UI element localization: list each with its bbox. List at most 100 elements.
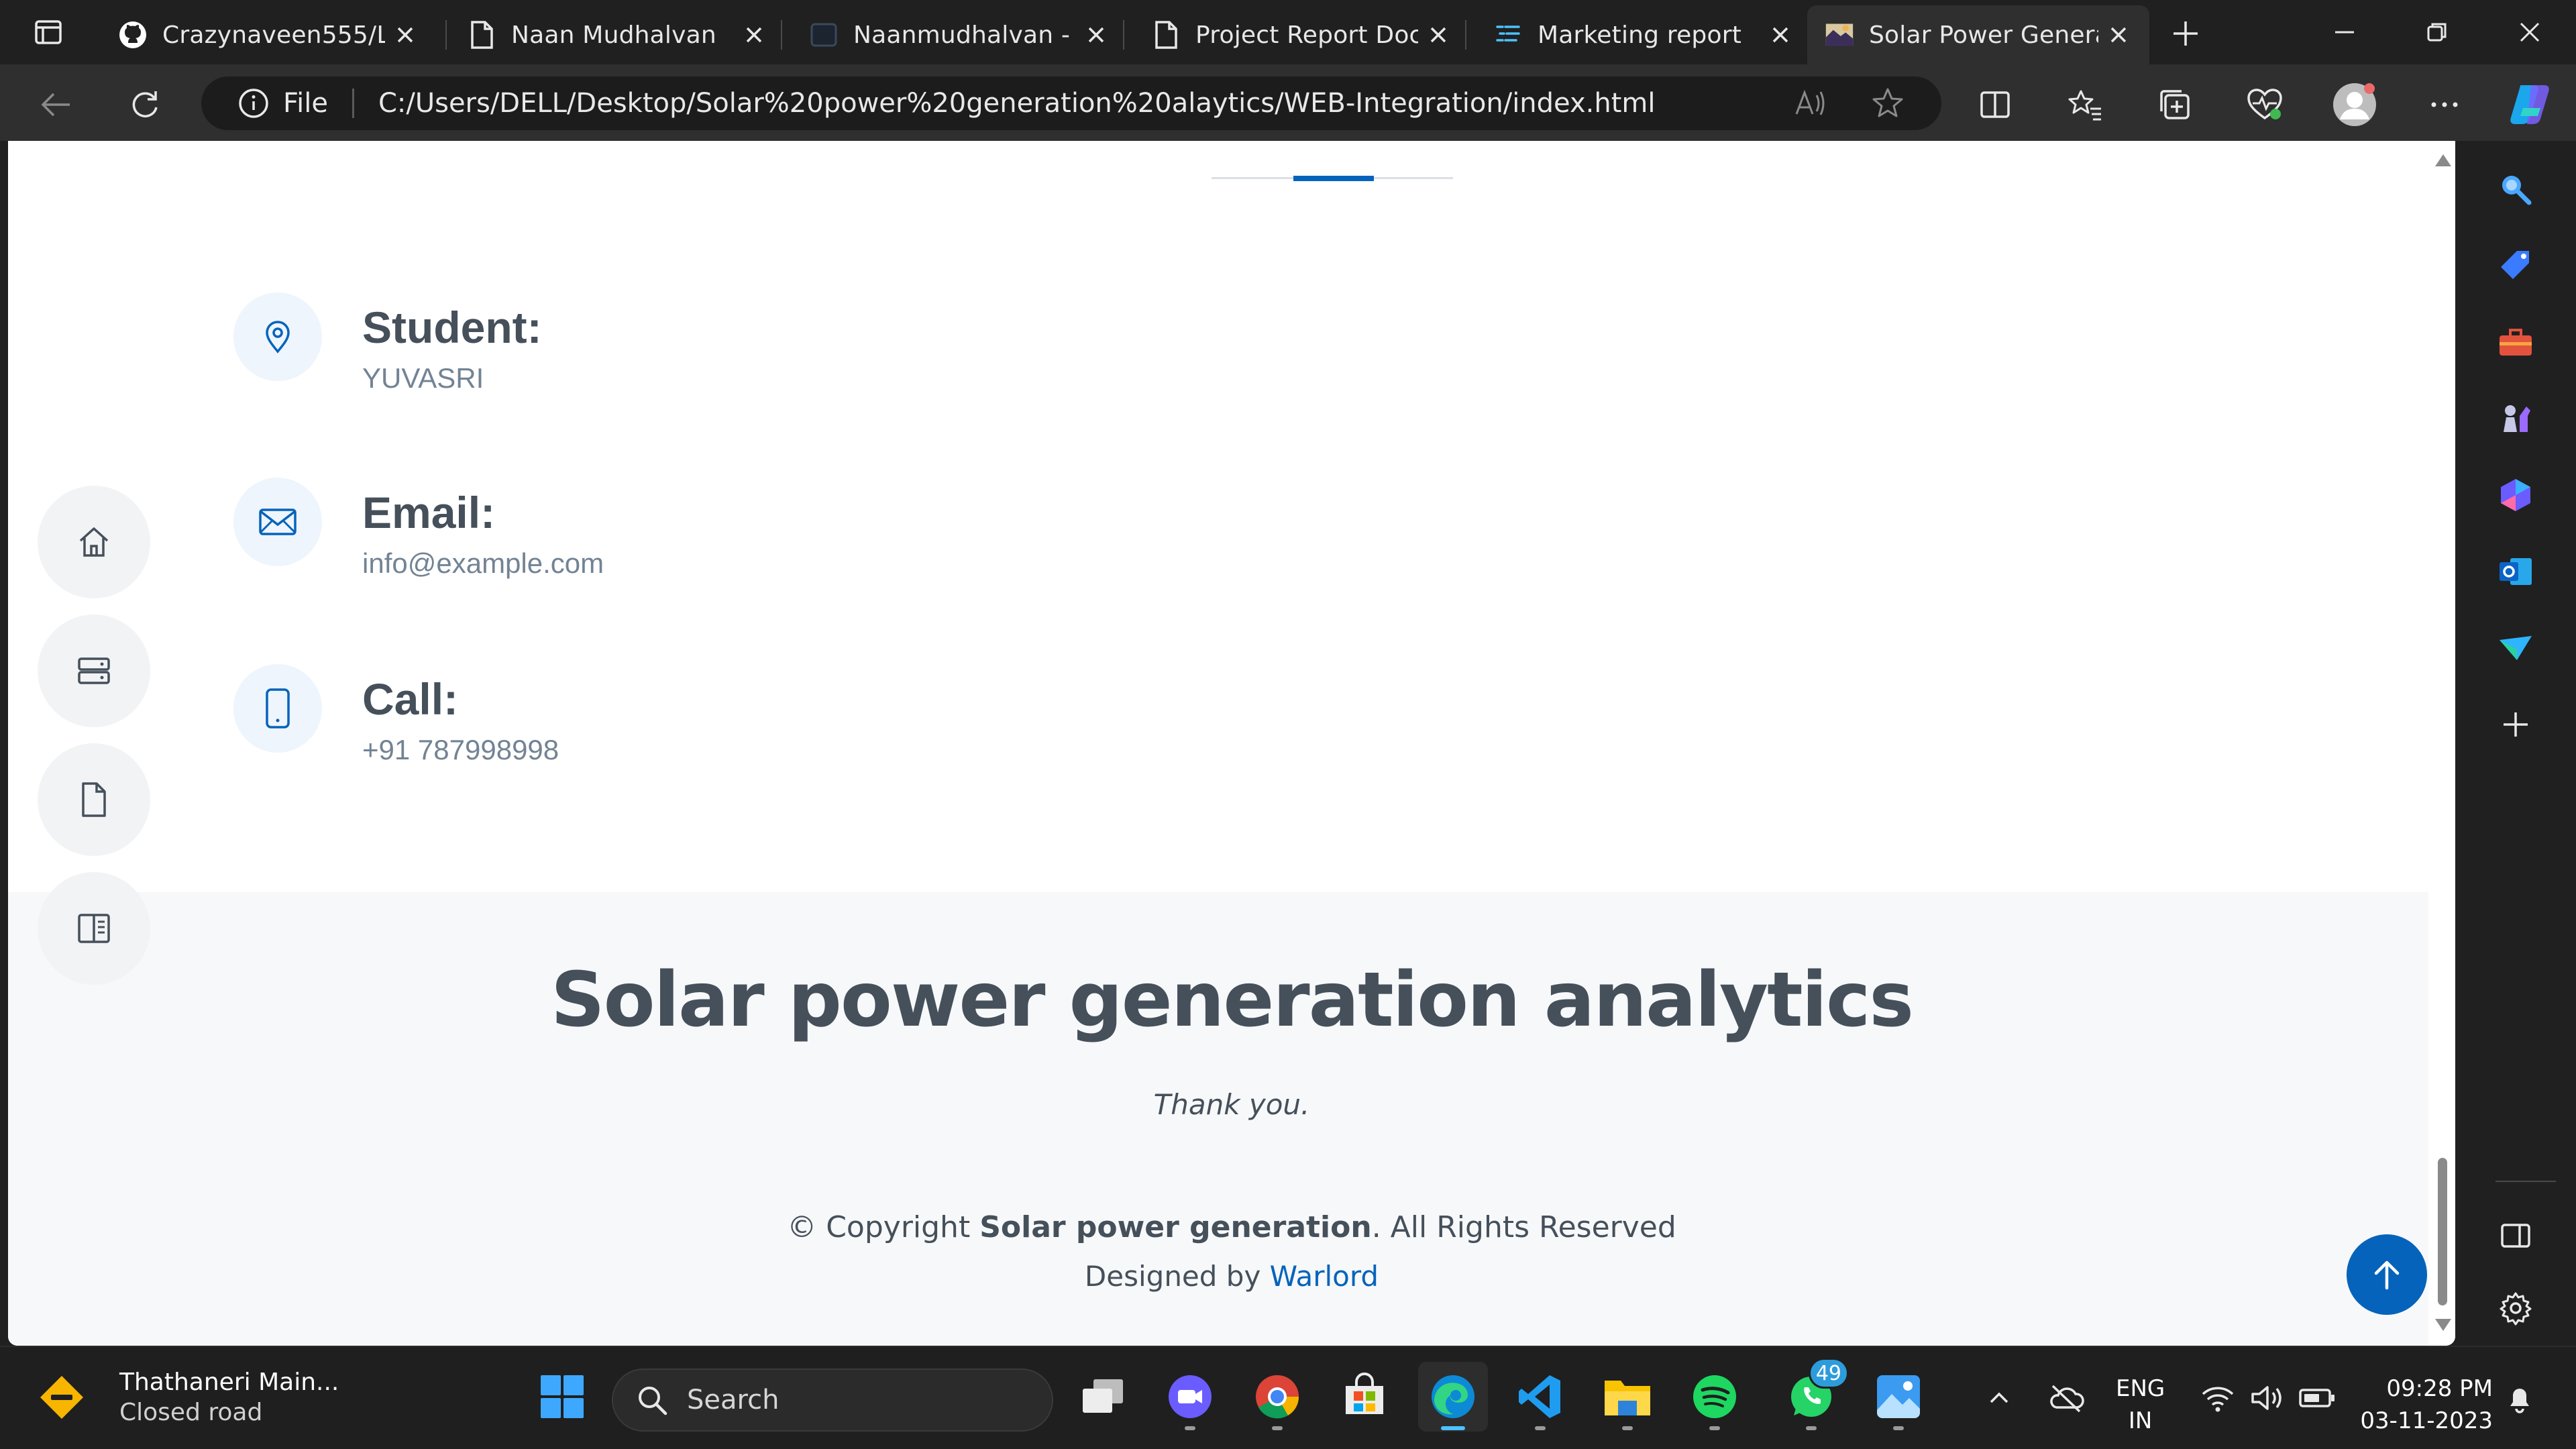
system-clock[interactable]: 09:28 PM 03-11-2023 [2348, 1373, 2493, 1437]
close-icon[interactable] [1767, 21, 1794, 48]
url-text[interactable]: C:/Users/DELL/Desktop/Solar%20power%20ge… [378, 88, 1656, 119]
edge-app-button[interactable] [1418, 1362, 1488, 1432]
minimize-button[interactable] [2298, 0, 2391, 64]
running-indicator [1535, 1426, 1546, 1430]
refresh-icon [132, 91, 158, 117]
weather-title: Thathaneri Main... [119, 1368, 339, 1396]
scrollbar-thumb[interactable] [2438, 1158, 2447, 1305]
browser-toolbar: File C:/Users/DELL/Desktop/Solar%20power… [0, 64, 2576, 141]
spotify-app-button[interactable] [1680, 1362, 1750, 1432]
browser-essentials-button[interactable] [2239, 79, 2290, 130]
page-scrollbar[interactable] [2428, 141, 2455, 1346]
tab-naan-mudhalvan[interactable]: Naan Mudhalvan [449, 5, 785, 64]
nav-services-button[interactable] [38, 614, 150, 727]
contact-email-link[interactable]: info@example.com [362, 547, 604, 580]
sidebar-outlook-button[interactable] [2490, 546, 2541, 597]
sidebar-tools-button[interactable] [2490, 317, 2541, 368]
tab-actions-button[interactable] [16, 12, 80, 52]
split-screen-icon [1980, 91, 2010, 118]
nav-home-button[interactable] [38, 486, 150, 598]
back-to-top-button[interactable] [2347, 1234, 2427, 1315]
active-indicator [1441, 1426, 1465, 1430]
split-screen-button[interactable] [1970, 79, 2021, 130]
sidebar-add-button[interactable] [2490, 699, 2541, 750]
tab-naanmudhalvan-s[interactable]: Naanmudhalvan - S [792, 5, 1127, 64]
wifi-icon [2202, 1387, 2234, 1412]
file-explorer-button[interactable] [1593, 1362, 1662, 1432]
solar-favicon-icon [1825, 20, 1854, 50]
bell-icon [2510, 1389, 2529, 1413]
clock-date: 03-11-2023 [2360, 1407, 2493, 1434]
taskbar-search[interactable]: Search [612, 1368, 1053, 1432]
close-icon[interactable] [392, 21, 419, 48]
close-icon[interactable] [1425, 21, 1452, 48]
running-indicator [1709, 1426, 1720, 1430]
notifications-button[interactable] [2500, 1378, 2540, 1418]
chevron-up-icon [1990, 1392, 2008, 1403]
store-app-button[interactable] [1330, 1362, 1399, 1432]
copilot-icon [2510, 85, 2549, 124]
sidebar-games-button[interactable] [2490, 393, 2541, 444]
nav-resume-button[interactable] [38, 743, 150, 856]
sidebar-shopping-button[interactable] [2490, 240, 2541, 291]
photos-app-button[interactable] [1864, 1362, 1933, 1432]
sidebar-hide-button[interactable] [2490, 1210, 2541, 1261]
tab-github[interactable]: Crazynaveen555/Le [101, 5, 436, 64]
close-icon[interactable] [1083, 21, 1110, 48]
notification-badge: 49 [1808, 1358, 1849, 1389]
profile-button[interactable] [2329, 79, 2380, 130]
whatsapp-app-button[interactable]: 49 [1776, 1358, 1849, 1432]
back-button[interactable] [31, 79, 82, 130]
toolbox-icon [2500, 329, 2532, 356]
volume-button[interactable] [2247, 1378, 2288, 1418]
favorites-button[interactable] [2059, 79, 2110, 130]
new-tab-button[interactable] [2164, 12, 2207, 55]
tab-marketing-report[interactable]: Marketing report [1476, 5, 1811, 64]
list-icon [1493, 20, 1523, 50]
address-bar[interactable]: File C:/Users/DELL/Desktop/Solar%20power… [201, 76, 1941, 130]
scroll-up-arrow-icon[interactable] [2435, 154, 2451, 166]
close-window-button[interactable] [2483, 0, 2576, 64]
battery-button[interactable] [2297, 1378, 2337, 1418]
onedrive-button[interactable] [2046, 1378, 2086, 1418]
close-icon [2520, 22, 2540, 42]
sidebar-separator [2496, 1181, 2556, 1182]
restore-button[interactable] [2391, 0, 2483, 64]
chrome-app-button[interactable] [1242, 1362, 1312, 1432]
sidebar-drop-button[interactable] [2490, 623, 2541, 674]
tab-title: Project Report Docu [1195, 21, 1418, 49]
favorite-star-icon[interactable] [1870, 86, 1905, 121]
close-icon[interactable] [2105, 21, 2132, 48]
refresh-button[interactable] [119, 79, 170, 130]
nav-portfolio-button[interactable] [38, 872, 150, 985]
input-language[interactable]: ENG IN [2116, 1373, 2165, 1437]
designer-link[interactable]: Warlord [1270, 1260, 1379, 1293]
meet-app-button[interactable] [1155, 1362, 1225, 1432]
sidebar-copilot-button[interactable] [2490, 470, 2541, 521]
info-icon[interactable] [236, 86, 271, 121]
home-icon [79, 527, 109, 557]
tab-separator [781, 20, 782, 50]
sidebar-settings-button[interactable] [2490, 1283, 2541, 1334]
speaker-icon [2251, 1386, 2282, 1410]
contact-phone-link[interactable]: +91 787998998 [362, 734, 559, 766]
copilot-button[interactable] [2505, 79, 2556, 130]
close-icon[interactable] [741, 21, 767, 48]
tab-actions-icon [35, 20, 62, 44]
tab-title: Solar Power Genera [1869, 21, 2098, 49]
vscode-app-button[interactable] [1505, 1362, 1575, 1432]
collections-button[interactable] [2149, 79, 2200, 130]
task-view-button[interactable] [1068, 1362, 1138, 1432]
sidebar-search-button[interactable] [2490, 164, 2541, 215]
weather-widget[interactable]: Thathaneri Main... Closed road [35, 1368, 339, 1426]
read-aloud-icon[interactable] [1794, 86, 1829, 121]
tab-solar-power[interactable]: Solar Power Genera [1807, 5, 2149, 64]
start-button[interactable] [527, 1362, 597, 1432]
wifi-button[interactable] [2198, 1378, 2238, 1418]
tab-project-report[interactable]: Project Report Docu [1134, 5, 1469, 64]
arrow-left-icon [41, 93, 70, 117]
avatar-icon [2333, 83, 2376, 126]
show-hidden-icons-button[interactable] [1979, 1378, 2019, 1418]
settings-more-button[interactable] [2419, 79, 2470, 130]
scroll-down-arrow-icon[interactable] [2435, 1319, 2451, 1331]
